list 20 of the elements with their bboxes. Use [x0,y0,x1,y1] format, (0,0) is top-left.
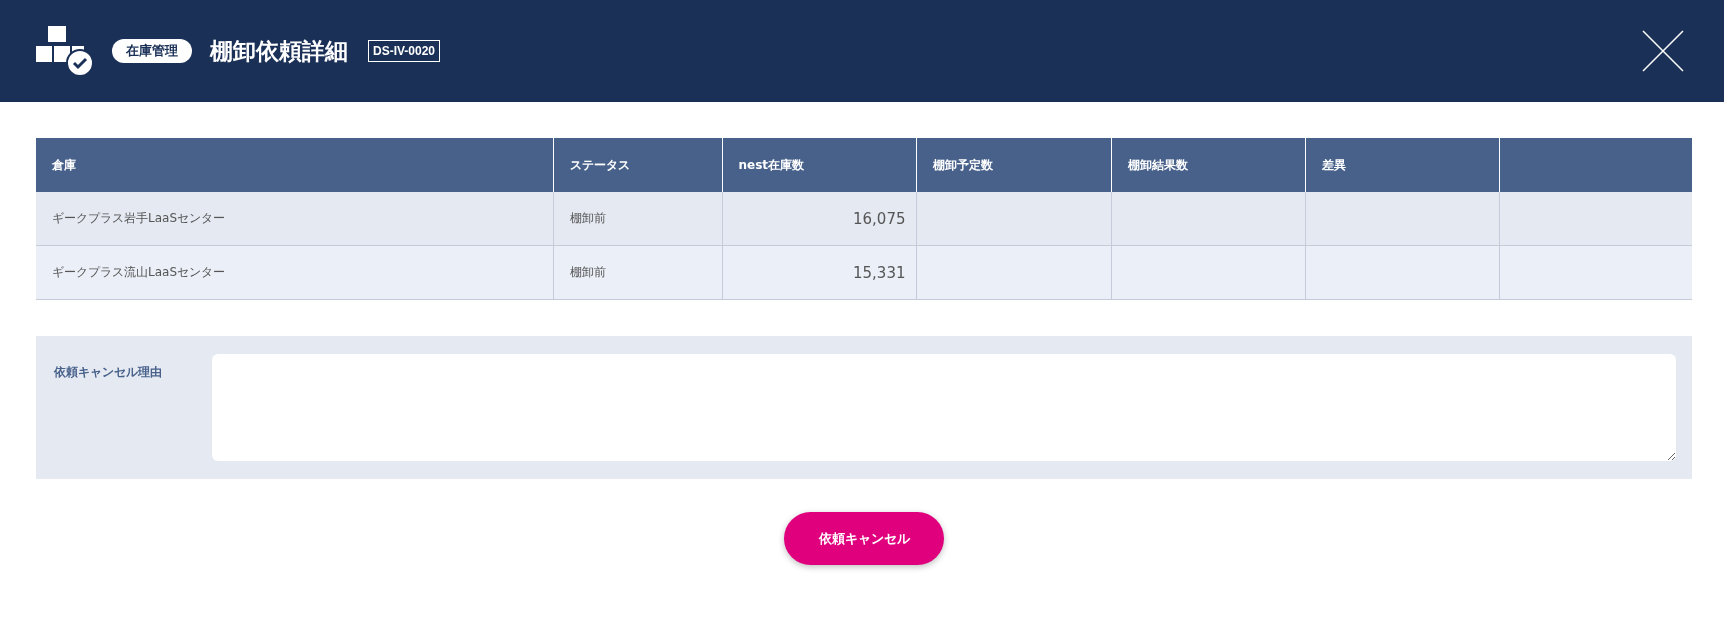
table-cell: 棚卸前 [553,245,722,300]
table-cell: 棚卸前 [553,192,722,246]
column-header: nest在庫数 [722,138,916,192]
column-header: 倉庫 [36,138,553,192]
field-label: 依頼キャンセル理由 [54,364,163,381]
column-header: 差異 [1305,138,1499,192]
column-header: ステータス [553,138,722,192]
table-cell: ギークプラス岩手LaaSセンター [36,192,553,246]
close-icon[interactable] [1642,30,1684,72]
table-cell: 15,331 [722,245,916,300]
page-title: 棚卸依頼詳細 [210,36,348,66]
boxes-check-icon [36,26,94,76]
column-header: 棚卸結果数 [1111,138,1305,192]
column-header: 棚卸予定数 [916,138,1111,192]
reason-field[interactable] [212,354,1676,461]
table-cell: ギークプラス流山LaaSセンター [36,245,553,300]
screen-id: DS-IV-0020 [368,40,441,62]
category-badge: 在庫管理 [112,39,192,63]
table-cell: 16,075 [722,192,916,246]
cancel-request-button[interactable]: 依頼キャンセル [784,512,944,565]
